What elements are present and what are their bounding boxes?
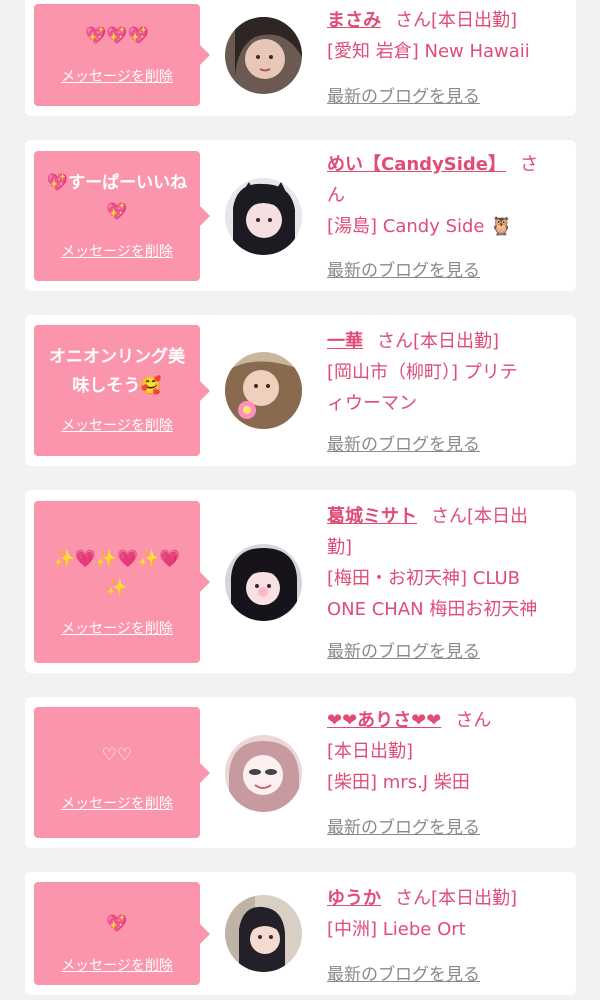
avatar[interactable] — [225, 895, 302, 972]
message-card: 💖すーぱーいいね 💖 メッセージを削除 めい【CandySide】さ ん [湯島… — [25, 140, 576, 291]
delete-message-link[interactable]: メッセージを削除 — [34, 415, 200, 435]
message-text: 💖すーぱーいいね 💖 — [38, 169, 196, 227]
profile-info: ゆうか さん[本日出勤] [中洲] Liebe Ort — [327, 883, 568, 945]
message-text: 💖💖💖 — [85, 26, 149, 46]
delete-message-link[interactable]: メッセージを削除 — [34, 241, 200, 261]
blog-link[interactable]: 最新のブログを見る — [327, 960, 480, 985]
profile-info: 葛城ミサト さん[本日出 勤] [梅田・お初天神] CLUB ONE CHAN 梅… — [327, 501, 568, 625]
message-bubble: ✨💗✨💗✨💗 ✨ メッセージを削除 — [34, 501, 210, 663]
message-card: 💖 メッセージを削除 ゆうか さん[本日出勤] [中洲] Liebe Ort 最新… — [25, 872, 576, 995]
blog-link[interactable]: 最新のブログを見る — [327, 256, 480, 281]
profile-name-link[interactable]: ❤❤ありさ❤❤ — [327, 710, 441, 731]
status-text: さん[本日出勤] — [395, 888, 518, 909]
message-card: ✨💗✨💗✨💗 ✨ メッセージを削除 葛城ミサト さん[本日出 勤] [梅田・お初天… — [25, 490, 576, 673]
message-line: 味しそう🥰 — [72, 376, 162, 396]
profile-name-link[interactable]: めい【CandySide】 — [327, 154, 506, 175]
delete-message-link[interactable]: メッセージを削除 — [34, 66, 200, 86]
shop-text: [愛知 岩倉] New Hawaii — [327, 41, 530, 62]
status-text: さん[本日出勤] — [377, 331, 500, 352]
avatar-photo-icon — [225, 735, 302, 812]
message-bubble: 💖すーぱーいいね 💖 メッセージを削除 — [34, 151, 210, 281]
delete-message-link[interactable]: メッセージを削除 — [34, 955, 200, 975]
message-card: 💖💖💖 メッセージを削除 まさみ さん[本日出勤] [愛知 岩倉] New Haw… — [25, 0, 576, 116]
status-text: さん — [455, 710, 492, 731]
shop-text: [梅田・お初天神] CLUB — [327, 568, 520, 589]
blog-link[interactable]: 最新のブログを見る — [327, 813, 480, 838]
avatar[interactable] — [225, 17, 302, 94]
message-text: 💖 — [106, 914, 128, 934]
message-bubble: オニオンリング美 味しそう🥰 メッセージを削除 — [34, 325, 210, 456]
message-card: オニオンリング美 味しそう🥰 メッセージを削除 一華 さん[本日出勤] [岡山市（… — [25, 315, 576, 466]
status-text: さん[本日出 — [431, 506, 529, 527]
delete-message-link[interactable]: メッセージを削除 — [34, 793, 200, 813]
avatar[interactable] — [225, 544, 302, 621]
status-text: さん[本日出勤] — [395, 10, 518, 31]
shop-text: [岡山市（柳町）] プリテ — [327, 362, 518, 383]
blog-link[interactable]: 最新のブログを見る — [327, 82, 480, 107]
avatar[interactable] — [225, 352, 302, 429]
shop-text: [湯島] Candy Side 🦉 — [327, 216, 513, 237]
message-text: ♡♡ — [101, 745, 133, 765]
avatar[interactable] — [225, 178, 302, 255]
blog-link[interactable]: 最新のブログを見る — [327, 637, 480, 662]
avatar-photo-icon — [225, 178, 302, 255]
profile-name-link[interactable]: まさみ — [327, 10, 381, 31]
status-text-continued: [本日出勤] — [327, 741, 414, 762]
shop-text: [柴田] mrs.J 柴田 — [327, 772, 470, 793]
blog-link[interactable]: 最新のブログを見る — [327, 430, 480, 455]
avatar[interactable] — [225, 735, 302, 812]
shop-text-continued: ィウーマン — [327, 393, 417, 414]
profile-info: まさみ さん[本日出勤] [愛知 岩倉] New Hawaii — [327, 5, 568, 67]
message-line: 💖 — [106, 202, 128, 222]
message-bubble: ♡♡ メッセージを削除 — [34, 707, 210, 838]
avatar-photo-icon — [225, 544, 302, 621]
message-text: ✨💗✨💗✨💗 ✨ — [38, 545, 196, 603]
shop-text-continued: ONE CHAN 梅田お初天神 — [327, 599, 538, 620]
profile-name-link[interactable]: 葛城ミサト — [327, 506, 417, 527]
avatar-photo-icon — [225, 352, 302, 429]
delete-message-link[interactable]: メッセージを削除 — [34, 618, 200, 638]
profile-name-link[interactable]: 一華 — [327, 331, 363, 352]
profile-info: ❤❤ありさ❤❤ さん [本日出勤] [柴田] mrs.J 柴田 — [327, 705, 568, 798]
message-card: ♡♡ メッセージを削除 ❤❤ありさ❤❤ さん [本日出勤] [柴田] mrs.J … — [25, 697, 576, 848]
message-line: オニオンリング美 — [49, 347, 185, 367]
message-line: 💖すーぱーいいね — [46, 173, 188, 193]
profile-info: めい【CandySide】さ ん [湯島] Candy Side 🦉 — [327, 149, 568, 242]
message-bubble: 💖 メッセージを削除 — [34, 882, 210, 985]
shop-text: [中洲] Liebe Ort — [327, 919, 466, 940]
profile-info: 一華 さん[本日出勤] [岡山市（柳町）] プリテ ィウーマン — [327, 326, 568, 419]
message-line: ✨💗✨💗✨💗 — [53, 549, 181, 569]
message-text: オニオンリング美 味しそう🥰 — [38, 343, 196, 401]
avatar-photo-icon — [225, 895, 302, 972]
message-line: ✨ — [106, 578, 128, 598]
avatar-photo-icon — [225, 17, 302, 94]
profile-name-link[interactable]: ゆうか — [327, 888, 381, 909]
status-text-continued: ん — [327, 185, 345, 206]
status-text-continued: 勤] — [327, 537, 353, 558]
status-text: さ — [520, 154, 539, 175]
message-bubble: 💖💖💖 メッセージを削除 — [34, 4, 210, 106]
